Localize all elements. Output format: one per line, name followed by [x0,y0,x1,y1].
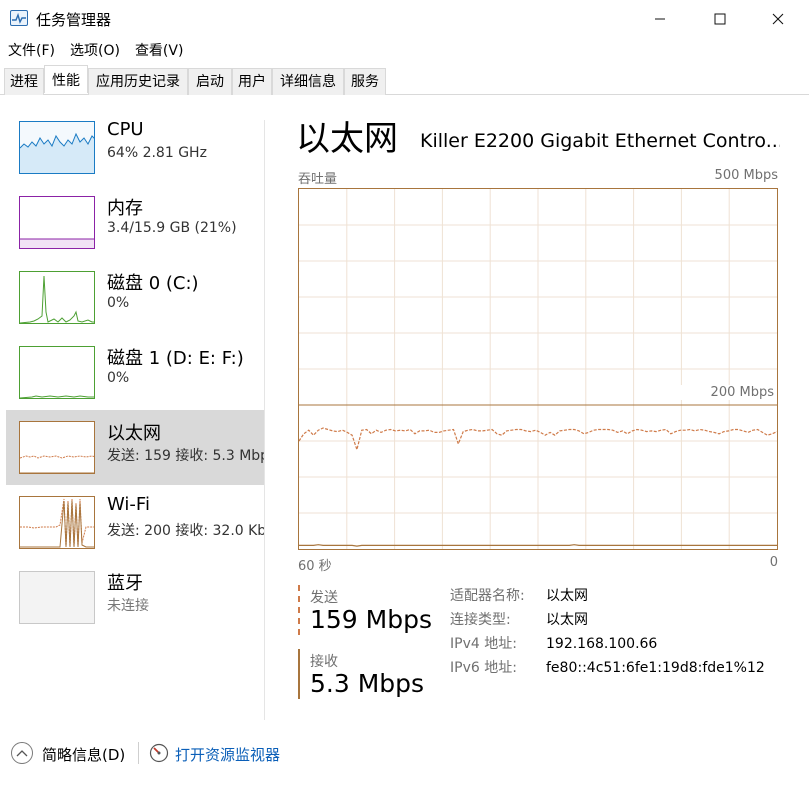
wifi-thumbnail [19,496,95,549]
task-manager-icon [10,10,28,26]
graph-scale-label: 200 Mbps [680,385,774,400]
footer: 简略信息(D) 打开资源监视器 [0,728,809,785]
tab-startup[interactable]: 启动 [188,68,232,95]
tab-app-history[interactable]: 应用历史记录 [88,68,188,95]
info-key: 连接类型: [450,612,511,628]
maximize-icon [714,13,726,25]
window-title: 任务管理器 [36,11,112,29]
sidebar-item-disk1[interactable]: 磁盘 1 (D: E: F:) 0% [6,335,265,410]
series-receive-line [299,544,777,547]
info-value: fe80::4c51:6fe1:19d8:fde1%12 [546,660,765,676]
axis-zero-label: 0 [769,555,778,570]
performance-sidebar: CPU 64% 2.81 GHz 内存 3.4/15.9 GB (21%) 磁盘… [6,110,265,720]
maximize-button[interactable] [690,0,750,38]
ethernet-thumbnail [19,421,95,474]
tab-details[interactable]: 详细信息 [272,68,344,95]
close-button[interactable] [748,0,808,38]
sidebar-item-subtitle: 0% [107,370,130,386]
sidebar-item-subtitle: 0% [107,295,130,311]
sidebar-item-ethernet[interactable]: 以太网 发送: 159 接收: 5.3 Mbps [6,410,265,485]
sidebar-item-title: 内存 [107,198,143,219]
tab-strip: 进程 性能 应用历史记录 启动 用户 详细信息 服务 [0,65,809,95]
memory-thumbnail [19,196,95,249]
menu-bar: 文件(F) 选项(O) 查看(V) [0,38,190,62]
minimize-button[interactable] [630,0,690,38]
sidebar-item-disk0[interactable]: 磁盘 0 (C:) 0% [6,260,265,335]
send-stat: 发送 159 Mbps [298,585,448,635]
panel-divider [264,120,265,720]
menu-file[interactable]: 文件(F) [0,38,62,62]
sidebar-item-title: 以太网 [107,423,161,444]
disk0-thumbnail [19,271,95,324]
chevron-up-icon[interactable] [11,742,33,764]
info-key: IPv4 地址: [450,636,517,652]
open-resource-monitor-link[interactable]: 打开资源监视器 [175,744,280,765]
adapter-info: 适配器名称: 以太网 连接类型: 以太网 IPv4 地址: 192.168.10… [450,586,765,682]
sidebar-item-wifi[interactable]: Wi-Fi 发送: 200 接收: 32.0 Kbps [6,485,265,560]
sidebar-item-subtitle: 3.4/15.9 GB (21%) [107,220,237,236]
sidebar-item-subtitle: 64% 2.81 GHz [107,145,207,161]
tab-users[interactable]: 用户 [232,68,272,95]
page-title: 以太网 [296,119,398,159]
sidebar-item-title: CPU [107,119,144,140]
throughput-chart [299,189,777,549]
info-row: 连接类型: 以太网 [450,610,765,634]
sidebar-item-title: Wi-Fi [107,494,150,515]
sidebar-item-title: 蓝牙 [107,573,143,594]
info-value: 以太网 [546,612,588,628]
throughput-graph [298,188,778,550]
resource-monitor-icon[interactable] [149,743,169,763]
send-value: 159 Mbps [310,605,432,634]
info-value: 192.168.100.66 [546,636,658,652]
receive-stat: 接收 5.3 Mbps [298,649,448,699]
send-label: 发送 [310,590,338,606]
sidebar-item-bluetooth[interactable]: 蓝牙 未连接 [6,560,265,635]
sidebar-item-memory[interactable]: 内存 3.4/15.9 GB (21%) [6,185,265,260]
title-bar: 任务管理器 [0,0,809,38]
cpu-thumbnail [19,121,95,174]
receive-value: 5.3 Mbps [310,669,425,698]
info-value: 以太网 [546,588,588,604]
info-row: 适配器名称: 以太网 [450,586,765,610]
sidebar-item-subtitle: 发送: 200 接收: 32.0 Kbps [107,523,265,539]
tab-services[interactable]: 服务 [344,68,386,95]
device-name: Killer E2200 Gigabit Ethernet Contro... [420,130,780,152]
info-row: IPv6 地址: fe80::4c51:6fe1:19d8:fde1%12 [450,658,765,682]
sidebar-item-title: 磁盘 1 (D: E: F:) [107,348,244,369]
sidebar-item-subtitle: 未连接 [107,598,149,614]
info-key: 适配器名称: [450,588,525,604]
footer-separator [138,742,139,764]
disk1-thumbnail [19,346,95,399]
sidebar-item-cpu[interactable]: CPU 64% 2.81 GHz [6,110,265,185]
tab-processes[interactable]: 进程 [4,68,44,95]
sidebar-item-title: 磁盘 0 (C:) [107,273,199,294]
info-row: IPv4 地址: 192.168.100.66 [450,634,765,658]
close-icon [772,13,784,25]
tab-performance[interactable]: 性能 [44,65,88,93]
bluetooth-thumbnail [19,571,95,624]
receive-label: 接收 [310,654,338,670]
sidebar-item-subtitle: 发送: 159 接收: 5.3 Mbps [107,448,265,464]
menu-options[interactable]: 选项(O) [62,38,127,62]
graph-max-label: 500 Mbps [714,168,778,183]
axis-time-label: 60 秒 [298,559,332,574]
minimize-icon [655,18,665,20]
graph-label: 吞吐量 [298,172,338,187]
info-key: IPv6 地址: [450,660,517,676]
menu-view[interactable]: 查看(V) [127,38,191,62]
fewer-details-button[interactable]: 简略信息(D) [42,744,125,765]
